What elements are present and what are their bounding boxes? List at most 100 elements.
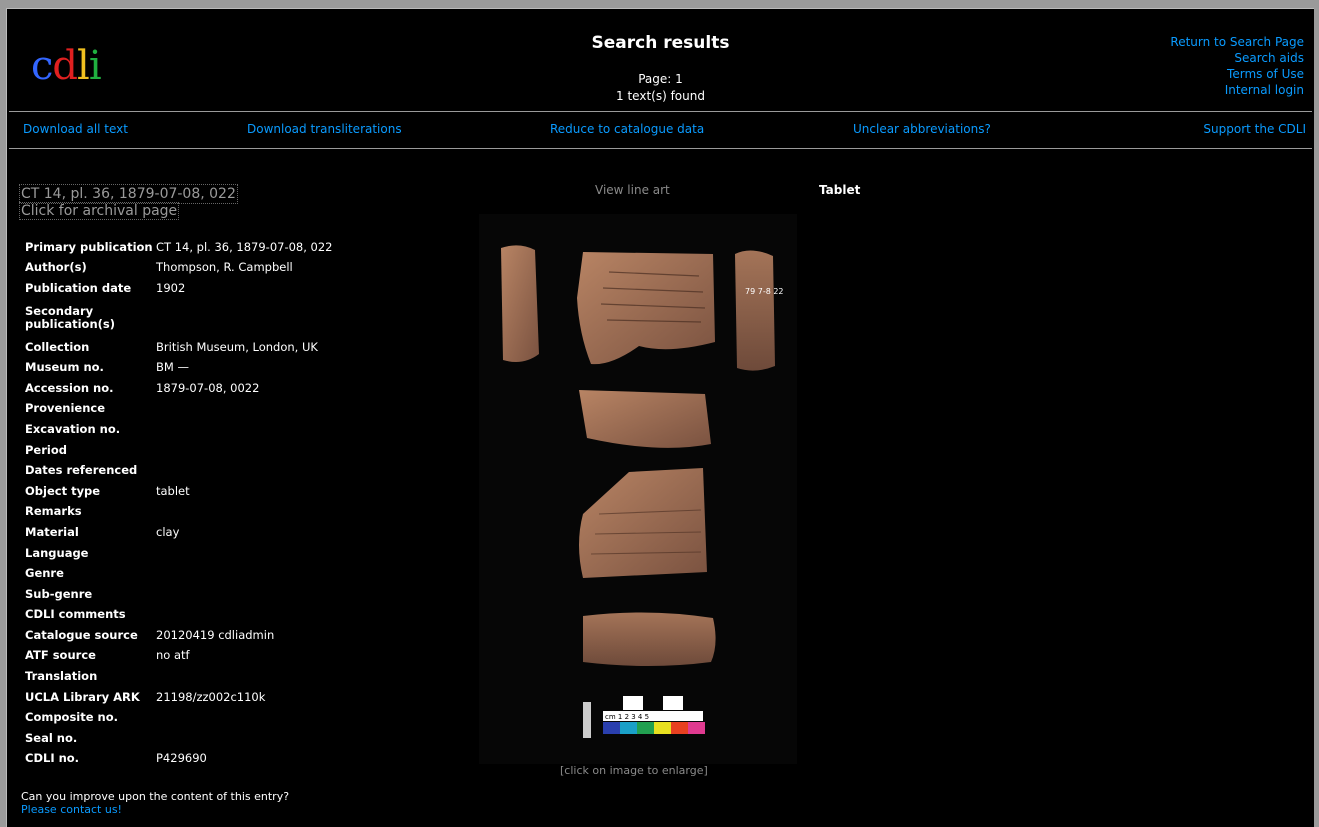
catalogue-field-label: Composite no. bbox=[25, 710, 118, 725]
catalogue-row: Dates referenced bbox=[25, 460, 333, 481]
scale-swatch bbox=[654, 722, 671, 734]
catalogue-field-value bbox=[156, 543, 333, 564]
catalogue-field-label: UCLA Library ARK bbox=[25, 689, 140, 704]
catalogue-field-label: Genre bbox=[25, 566, 64, 581]
tablet-right-edge bbox=[735, 250, 775, 371]
page-frame: cdli Search results Page: 1 1 text(s) fo… bbox=[6, 8, 1314, 827]
catalogue-field-label: CDLI comments bbox=[25, 607, 126, 622]
catalogue-field-label: Seal no. bbox=[25, 730, 78, 745]
scale-swatch bbox=[620, 722, 637, 734]
catalogue-field-label: Primary publication bbox=[25, 239, 153, 254]
catalogue-field-value: 1902 bbox=[156, 280, 186, 295]
catalogue-row: Accession no. 1879-07-08, 0022 bbox=[25, 378, 333, 399]
catalogue-row: ATF source no atf bbox=[25, 646, 333, 667]
catalogue-row: Catalogue source 20120419 cdliadmin bbox=[25, 625, 333, 646]
improve-question: Can you improve upon the content of this… bbox=[21, 790, 290, 803]
catalogue-row: Genre bbox=[25, 563, 333, 584]
catalogue-field-value: 21198/zz002c110k bbox=[156, 689, 266, 704]
catalogue-row: Primary publication CT 14, pl. 36, 1879-0… bbox=[25, 237, 333, 258]
results-count: 1 text(s) found bbox=[616, 89, 705, 103]
catalogue-field-value bbox=[156, 502, 333, 523]
catalogue-row: Excavation no. bbox=[25, 419, 333, 440]
download-transliterations-link[interactable]: Download transliterations bbox=[247, 122, 402, 136]
catalogue-field-value bbox=[156, 440, 333, 461]
terms-of-use-link[interactable]: Terms of Use bbox=[1170, 66, 1304, 82]
catalogue-field-value: no atf bbox=[156, 648, 190, 663]
catalogue-row: Composite no. bbox=[25, 707, 333, 728]
catalogue-field-value: Thompson, R. Campbell bbox=[156, 260, 293, 275]
catalogue-field-label: CDLI no. bbox=[25, 751, 80, 766]
catalogue-field-label: Catalogue source bbox=[25, 627, 138, 642]
catalogue-field-value: BM — bbox=[156, 360, 189, 375]
catalogue-row: Author(s) Thompson, R. Campbell bbox=[25, 258, 333, 279]
page-info: Page: 1 1 text(s) found bbox=[7, 71, 1314, 105]
catalogue-field-value: 1879-07-08, 0022 bbox=[156, 380, 260, 395]
catalogue-field-value: P429690 bbox=[156, 751, 207, 766]
scale-swatch bbox=[671, 722, 688, 734]
search-aids-link[interactable]: Search aids bbox=[1170, 50, 1304, 66]
tablet-photo[interactable]: 79 7-8 22 cm 1 2 3 4 5 bbox=[479, 214, 797, 764]
internal-login-link[interactable]: Internal login bbox=[1170, 82, 1304, 98]
top-links: Return to Search Page Search aids Terms … bbox=[1170, 34, 1304, 98]
catalogue-field-value: British Museum, London, UK bbox=[156, 339, 318, 354]
catalogue-row: Provenience bbox=[25, 399, 333, 420]
catalogue-field-value bbox=[156, 563, 333, 584]
catalogue-field-value bbox=[156, 399, 333, 420]
catalogue-field-label: ATF source bbox=[25, 648, 96, 663]
catalogue-field-value bbox=[156, 419, 333, 440]
catalogue-field-value bbox=[156, 460, 333, 481]
page-title: Search results bbox=[591, 33, 730, 53]
tablet-top-edge bbox=[579, 390, 711, 448]
catalogue-field-value bbox=[156, 728, 333, 749]
catalogue-field-value: 20120419 cdliadmin bbox=[156, 627, 275, 642]
catalogue-field-value bbox=[156, 299, 333, 337]
catalogue-row: Collection British Museum, London, UK bbox=[25, 337, 333, 358]
enlarge-hint: [click on image to enlarge] bbox=[560, 764, 708, 777]
catalogue-field-label: Collection bbox=[25, 339, 90, 354]
catalogue-field-label: Translation bbox=[25, 669, 98, 684]
catalogue-field-label: Language bbox=[25, 545, 89, 560]
header-divider bbox=[9, 111, 1312, 112]
catalogue-field-label: Museum no. bbox=[25, 360, 104, 375]
reduce-to-catalogue-link[interactable]: Reduce to catalogue data bbox=[550, 122, 704, 136]
page-number: Page: 1 bbox=[638, 72, 683, 86]
catalogue-row: Translation bbox=[25, 666, 333, 687]
support-cdli-link[interactable]: Support the CDLI bbox=[1203, 122, 1306, 136]
catalogue-field-label: Accession no. bbox=[25, 380, 114, 395]
scale-bar-label: cm 1 2 3 4 5 bbox=[605, 713, 649, 721]
catalogue-field-label: Remarks bbox=[25, 504, 82, 519]
catalogue-row: CDLI comments bbox=[25, 605, 333, 626]
catalogue-field-label: Provenience bbox=[25, 401, 106, 416]
catalogue-table: Primary publication CT 14, pl. 36, 1879-0… bbox=[25, 237, 333, 769]
catalogue-row: Material clay bbox=[25, 522, 333, 543]
object-type-heading: Tablet bbox=[819, 183, 861, 197]
catalogue-field-label: Publication date bbox=[25, 280, 132, 295]
scale-swatch bbox=[688, 722, 705, 734]
scale-swatch bbox=[603, 722, 620, 734]
catalogue-field-value bbox=[156, 707, 333, 728]
catalogue-row: Language bbox=[25, 543, 333, 564]
catalogue-field-label: Dates referenced bbox=[25, 463, 138, 478]
download-all-text-link[interactable]: Download all text bbox=[23, 122, 128, 136]
catalogue-field-label: Sub-genre bbox=[25, 586, 93, 601]
catalogue-row: Publication date 1902 bbox=[25, 278, 333, 299]
unclear-abbreviations-link[interactable]: Unclear abbreviations? bbox=[853, 122, 991, 136]
scale-swatch bbox=[637, 722, 654, 734]
tablet-bottom-edge bbox=[583, 612, 716, 666]
view-line-art-link[interactable]: View line art bbox=[595, 183, 670, 197]
contact-us-link[interactable]: Please contact us! bbox=[21, 803, 289, 816]
color-scale-bar: cm 1 2 3 4 5 bbox=[583, 696, 705, 738]
catalogue-field-value: CT 14, pl. 36, 1879-07-08, 022 bbox=[156, 239, 333, 254]
catalogue-row: UCLA Library ARK 21198/zz002c110k bbox=[25, 687, 333, 708]
catalogue-row: Sub-genre bbox=[25, 584, 333, 605]
archival-page-link[interactable]: Click for archival page bbox=[19, 202, 180, 220]
return-to-search-link[interactable]: Return to Search Page bbox=[1170, 34, 1304, 50]
nav-divider bbox=[9, 148, 1312, 149]
tablet-photo-svg[interactable]: 79 7-8 22 cm 1 2 3 4 5 bbox=[479, 214, 797, 764]
publication-title[interactable]: CT 14, pl. 36, 1879-07-08, 022 bbox=[19, 184, 238, 204]
tablet-edge-label: 79 7-8 22 bbox=[745, 287, 784, 296]
catalogue-field-value bbox=[156, 605, 333, 626]
tablet-reverse bbox=[579, 468, 707, 578]
catalogue-field-label: Period bbox=[25, 442, 67, 457]
catalogue-field-value: tablet bbox=[156, 483, 190, 498]
